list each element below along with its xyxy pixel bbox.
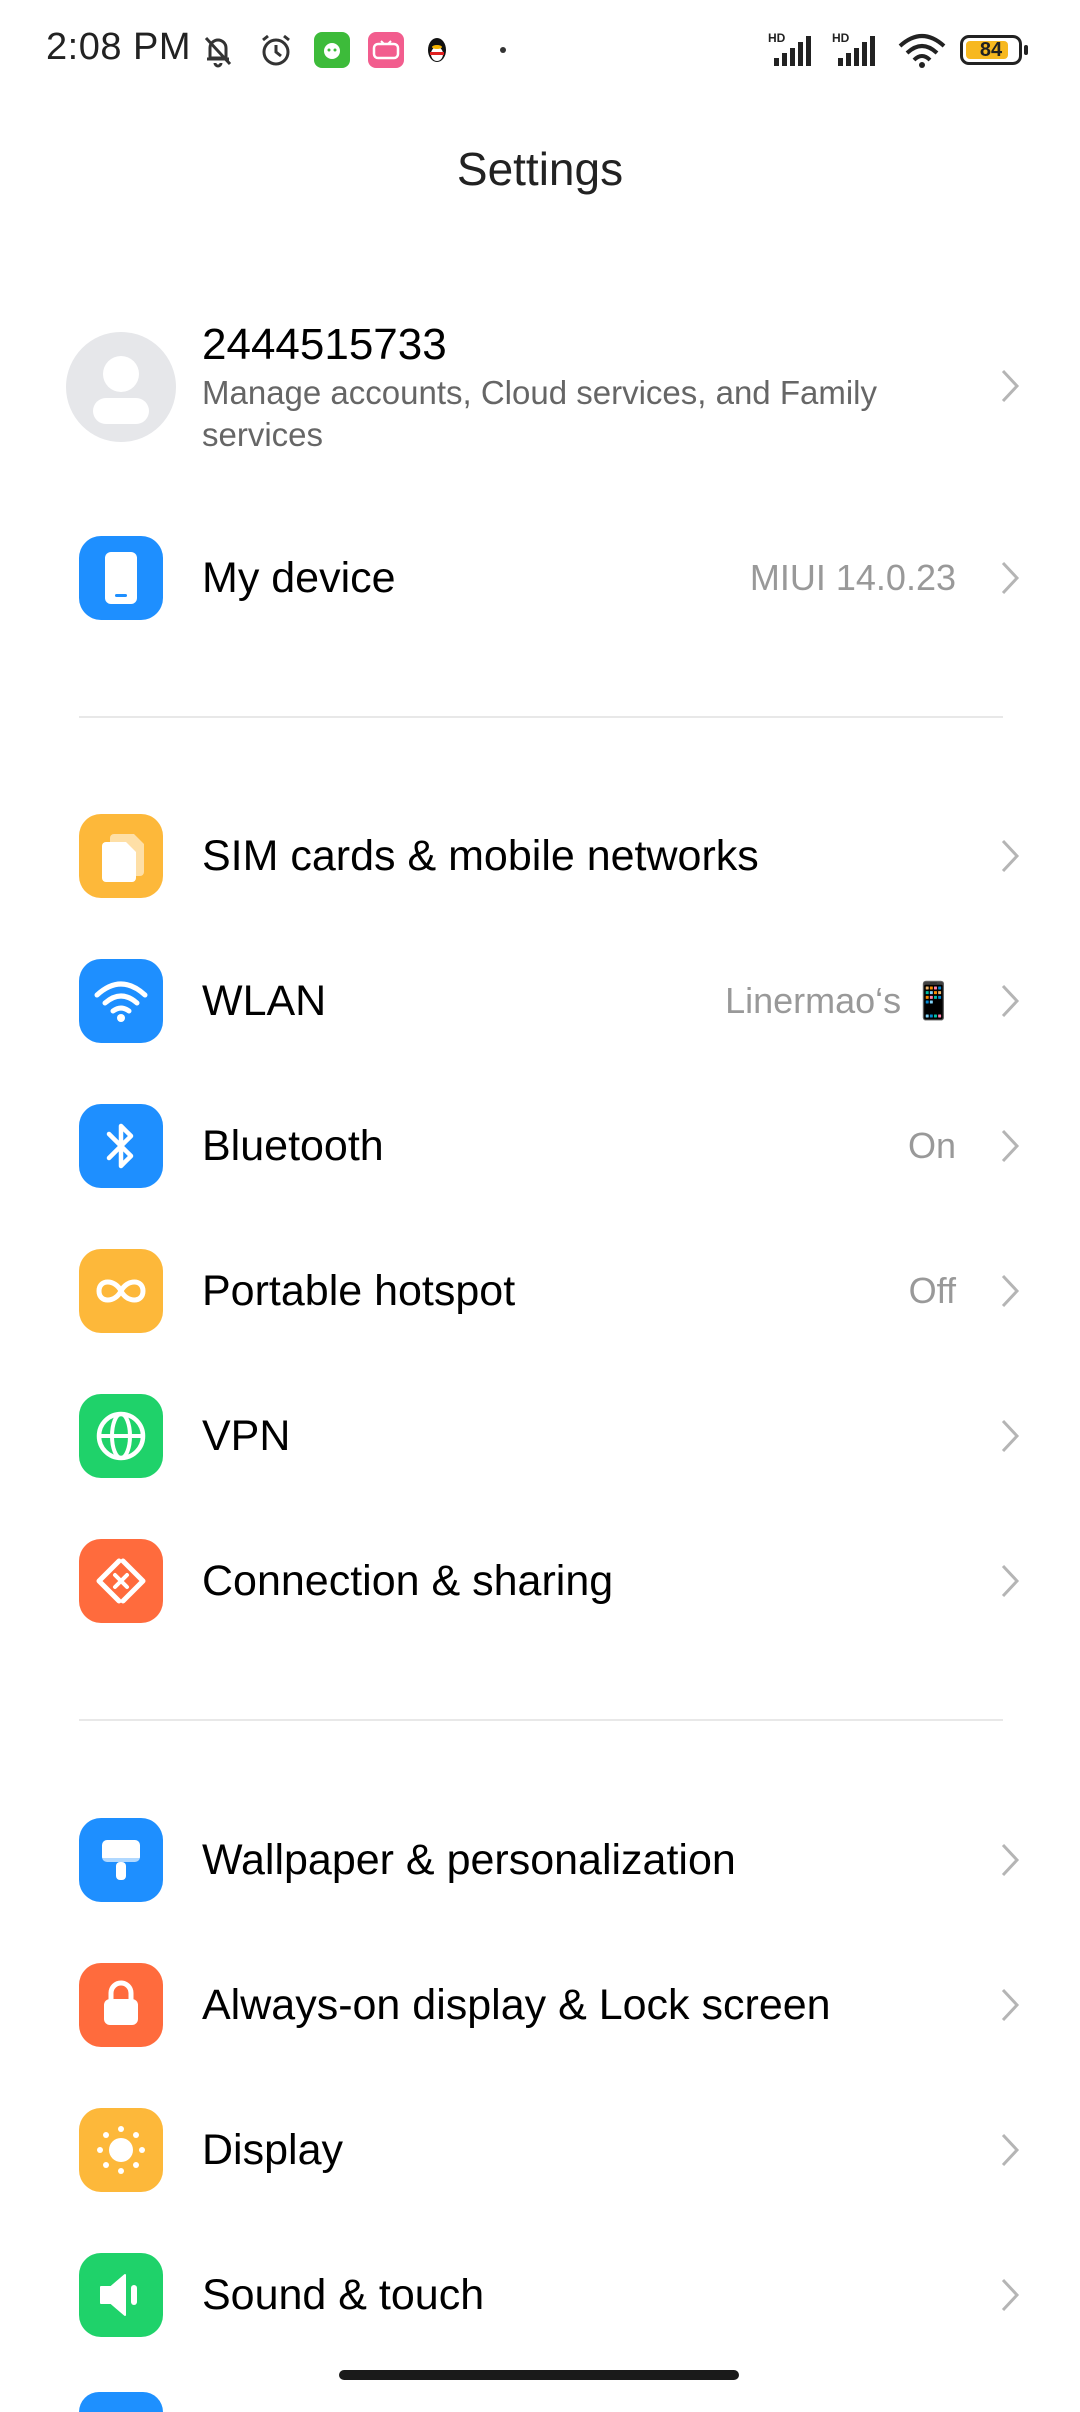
sim-cards-row[interactable]: SIM cards & mobile networks	[0, 783, 1080, 929]
chevron-right-icon	[992, 368, 1028, 404]
globe-icon	[79, 1394, 163, 1478]
signal-1-icon: HD	[768, 31, 811, 66]
connection-sharing-row[interactable]: Connection & sharing	[0, 1508, 1080, 1654]
portable-hotspot-value: Off	[908, 1270, 956, 1311]
lock-screen-row[interactable]: Always-on display & Lock screen	[0, 1932, 1080, 2078]
display-row[interactable]: Display	[0, 2077, 1080, 2223]
portable-hotspot-label: Portable hotspot	[202, 1267, 516, 1315]
wallpaper-icon	[79, 1818, 163, 1902]
wallpaper-row[interactable]: Wallpaper & personalization	[0, 1787, 1080, 1933]
chevron-right-icon	[992, 983, 1028, 1019]
display-label: Display	[202, 2126, 343, 2174]
chevron-right-icon	[992, 1987, 1028, 2023]
page-title: Settings	[456, 143, 624, 195]
chevron-right-icon	[992, 838, 1028, 874]
chevron-right-icon	[992, 1418, 1028, 1454]
svg-text:HD: HD	[768, 31, 786, 45]
my-device-label: My device	[202, 554, 396, 602]
qq-penguin-icon	[428, 38, 446, 62]
signal-2-icon: HD	[832, 31, 875, 66]
status-time: 2:08 PM	[46, 26, 192, 68]
status-bar: 2:08 PM HD HD 84	[0, 0, 1080, 100]
section-divider	[79, 1719, 1003, 1721]
sound-touch-row[interactable]: Sound & touch	[0, 2222, 1080, 2368]
next-row-icon-partial	[79, 2392, 163, 2412]
svg-text:HD: HD	[832, 31, 850, 45]
section-divider	[79, 716, 1003, 718]
lock-screen-label: Always-on display & Lock screen	[202, 1981, 831, 2029]
bluetooth-value: On	[907, 1125, 956, 1166]
connection-sharing-label: Connection & sharing	[202, 1557, 614, 1605]
chevron-right-icon	[992, 2132, 1028, 2168]
vpn-label: VPN	[202, 1412, 291, 1460]
battery-icon: 84	[960, 35, 1028, 65]
account-id: 2444515733	[202, 320, 447, 369]
sim-cards-label: SIM cards & mobile networks	[202, 832, 759, 880]
my-device-value: MIUI 14.0.23	[749, 557, 956, 598]
alarm-icon	[262, 34, 290, 66]
chevron-right-icon	[992, 2277, 1028, 2313]
sim-card-icon	[79, 814, 163, 898]
bluetooth-icon	[79, 1104, 163, 1188]
mute-bell-icon	[204, 36, 232, 68]
hotspot-icon	[79, 1249, 163, 1333]
vpn-row[interactable]: VPN	[0, 1363, 1080, 1509]
my-device-row[interactable]: My device MIUI 14.0.23	[0, 505, 1080, 651]
battery-level: 84	[979, 38, 1003, 61]
wlan-label: WLAN	[202, 977, 327, 1025]
wifi-status-icon	[898, 34, 946, 68]
avatar	[66, 332, 176, 442]
more-notifications-dot	[500, 47, 506, 53]
chevron-right-icon	[992, 1842, 1028, 1878]
notification-icons	[198, 24, 506, 76]
account-row[interactable]: 2444515733 Manage accounts, Cloud servic…	[0, 310, 1080, 480]
connection-sharing-icon	[79, 1539, 163, 1623]
wifi-icon	[79, 959, 163, 1043]
sound-touch-label: Sound & touch	[202, 2271, 485, 2319]
chevron-right-icon	[992, 560, 1028, 596]
app-notification-icon	[314, 32, 350, 68]
phone-icon	[79, 536, 163, 620]
portable-hotspot-row[interactable]: Portable hotspot Off	[0, 1218, 1080, 1364]
speaker-icon	[79, 2253, 163, 2337]
bluetooth-row[interactable]: Bluetooth On	[0, 1073, 1080, 1219]
bilibili-notification-icon	[368, 32, 404, 68]
wlan-value: Linermao‘s 📱	[725, 980, 956, 1021]
system-status-icons: HD HD 84	[768, 24, 1028, 76]
wlan-row[interactable]: WLAN Linermao‘s 📱	[0, 928, 1080, 1074]
bluetooth-label: Bluetooth	[202, 1122, 384, 1170]
chevron-right-icon	[992, 1128, 1028, 1164]
chevron-right-icon	[992, 1273, 1028, 1309]
lock-icon	[79, 1963, 163, 2047]
wallpaper-label: Wallpaper & personalization	[202, 1836, 736, 1884]
home-indicator[interactable]	[339, 2370, 739, 2380]
account-subtitle: Manage accounts, Cloud services, and Fam…	[202, 374, 877, 453]
sun-icon	[79, 2108, 163, 2192]
chevron-right-icon	[992, 1563, 1028, 1599]
